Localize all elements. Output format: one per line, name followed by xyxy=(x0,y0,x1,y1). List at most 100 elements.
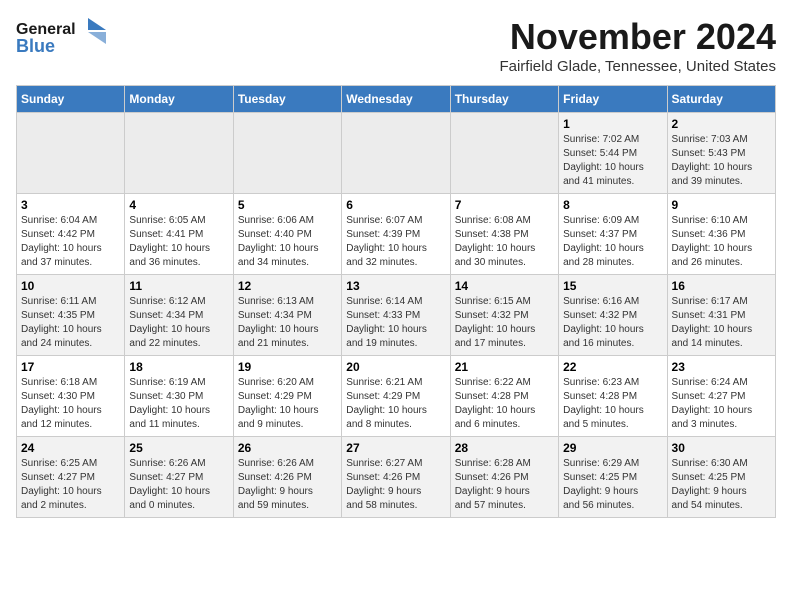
day-of-week-header: Thursday xyxy=(450,86,558,113)
calendar-day-cell: 9 Sunrise: 6:10 AM Sunset: 4:36 PM Daylig… xyxy=(667,194,775,275)
logo-icon: General Blue xyxy=(16,16,106,60)
day-number: 25 xyxy=(129,441,228,455)
calendar-day-cell: 22 Sunrise: 6:23 AM Sunset: 4:28 PM Dayli… xyxy=(559,356,667,437)
header: General Blue November 2024 Fairfield Gla… xyxy=(16,16,776,75)
day-of-week-header: Monday xyxy=(125,86,233,113)
day-info: Sunrise: 6:21 AM Sunset: 4:29 PM Dayligh… xyxy=(346,376,445,432)
day-info: Sunrise: 6:11 AM Sunset: 4:35 PM Dayligh… xyxy=(21,295,120,351)
day-number: 4 xyxy=(129,198,228,212)
calendar-day-cell: 2 Sunrise: 7:03 AM Sunset: 5:43 PM Daylig… xyxy=(667,113,775,194)
day-number: 9 xyxy=(672,198,771,212)
calendar-week-row: 10 Sunrise: 6:11 AM Sunset: 4:35 PM Dayli… xyxy=(17,275,776,356)
calendar-day-cell: 4 Sunrise: 6:05 AM Sunset: 4:41 PM Daylig… xyxy=(125,194,233,275)
calendar-day-cell: 7 Sunrise: 6:08 AM Sunset: 4:38 PM Daylig… xyxy=(450,194,558,275)
day-of-week-header: Friday xyxy=(559,86,667,113)
day-info: Sunrise: 6:26 AM Sunset: 4:27 PM Dayligh… xyxy=(129,457,228,513)
day-info: Sunrise: 6:19 AM Sunset: 4:30 PM Dayligh… xyxy=(129,376,228,432)
calendar-day-cell: 27 Sunrise: 6:27 AM Sunset: 4:26 PM Dayli… xyxy=(342,437,450,518)
day-number: 15 xyxy=(563,279,662,293)
calendar-day-cell: 24Sunrise: 6:25 AM Sunset: 4:27 PM Dayli… xyxy=(17,437,125,518)
day-info: Sunrise: 6:10 AM Sunset: 4:36 PM Dayligh… xyxy=(672,214,771,270)
day-info: Sunrise: 6:09 AM Sunset: 4:37 PM Dayligh… xyxy=(563,214,662,270)
calendar-day-cell: 28Sunrise: 6:28 AM Sunset: 4:26 PM Dayli… xyxy=(450,437,558,518)
calendar-day-cell xyxy=(17,113,125,194)
day-number: 29 xyxy=(563,441,662,455)
calendar-day-cell: 5 Sunrise: 6:06 AM Sunset: 4:40 PM Daylig… xyxy=(233,194,341,275)
calendar-day-cell xyxy=(450,113,558,194)
calendar-day-cell: 12Sunrise: 6:13 AM Sunset: 4:34 PM Dayli… xyxy=(233,275,341,356)
day-of-week-header: Sunday xyxy=(17,86,125,113)
calendar-week-row: 24Sunrise: 6:25 AM Sunset: 4:27 PM Dayli… xyxy=(17,437,776,518)
day-info: Sunrise: 6:22 AM Sunset: 4:28 PM Dayligh… xyxy=(455,376,554,432)
calendar-header-row: SundayMondayTuesdayWednesdayThursdayFrid… xyxy=(17,86,776,113)
day-number: 30 xyxy=(672,441,771,455)
calendar-week-row: 3 Sunrise: 6:04 AM Sunset: 4:42 PM Daylig… xyxy=(17,194,776,275)
day-number: 5 xyxy=(238,198,337,212)
day-number: 19 xyxy=(238,360,337,374)
day-of-week-header: Wednesday xyxy=(342,86,450,113)
day-info: Sunrise: 6:24 AM Sunset: 4:27 PM Dayligh… xyxy=(672,376,771,432)
day-number: 2 xyxy=(672,117,771,131)
day-number: 10 xyxy=(21,279,120,293)
day-number: 3 xyxy=(21,198,120,212)
month-year-title: November 2024 xyxy=(499,16,776,58)
calendar-day-cell: 23Sunrise: 6:24 AM Sunset: 4:27 PM Dayli… xyxy=(667,356,775,437)
calendar-day-cell: 19 Sunrise: 6:20 AM Sunset: 4:29 PM Dayli… xyxy=(233,356,341,437)
day-info: Sunrise: 6:23 AM Sunset: 4:28 PM Dayligh… xyxy=(563,376,662,432)
day-number: 22 xyxy=(563,360,662,374)
svg-text:Blue: Blue xyxy=(16,36,55,56)
calendar-day-cell xyxy=(342,113,450,194)
calendar-day-cell: 16Sunrise: 6:17 AM Sunset: 4:31 PM Dayli… xyxy=(667,275,775,356)
day-info: Sunrise: 6:30 AM Sunset: 4:25 PM Dayligh… xyxy=(672,457,771,513)
day-of-week-header: Tuesday xyxy=(233,86,341,113)
day-info: Sunrise: 6:18 AM Sunset: 4:30 PM Dayligh… xyxy=(21,376,120,432)
day-of-week-header: Saturday xyxy=(667,86,775,113)
day-info: Sunrise: 6:13 AM Sunset: 4:34 PM Dayligh… xyxy=(238,295,337,351)
calendar-day-cell: 21 Sunrise: 6:22 AM Sunset: 4:28 PM Dayli… xyxy=(450,356,558,437)
calendar-day-cell: 6Sunrise: 6:07 AM Sunset: 4:39 PM Daylig… xyxy=(342,194,450,275)
day-number: 8 xyxy=(563,198,662,212)
day-number: 18 xyxy=(129,360,228,374)
day-info: Sunrise: 6:08 AM Sunset: 4:38 PM Dayligh… xyxy=(455,214,554,270)
day-number: 28 xyxy=(455,441,554,455)
day-info: Sunrise: 6:12 AM Sunset: 4:34 PM Dayligh… xyxy=(129,295,228,351)
day-info: Sunrise: 6:16 AM Sunset: 4:32 PM Dayligh… xyxy=(563,295,662,351)
calendar-day-cell: 15 Sunrise: 6:16 AM Sunset: 4:32 PM Dayli… xyxy=(559,275,667,356)
calendar-week-row: 1 Sunrise: 7:02 AM Sunset: 5:44 PM Daylig… xyxy=(17,113,776,194)
day-info: Sunrise: 6:17 AM Sunset: 4:31 PM Dayligh… xyxy=(672,295,771,351)
calendar-day-cell xyxy=(125,113,233,194)
calendar-day-cell xyxy=(233,113,341,194)
day-number: 26 xyxy=(238,441,337,455)
day-info: Sunrise: 7:03 AM Sunset: 5:43 PM Dayligh… xyxy=(672,133,771,189)
day-number: 27 xyxy=(346,441,445,455)
calendar-day-cell: 14Sunrise: 6:15 AM Sunset: 4:32 PM Dayli… xyxy=(450,275,558,356)
day-number: 1 xyxy=(563,117,662,131)
day-info: Sunrise: 6:25 AM Sunset: 4:27 PM Dayligh… xyxy=(21,457,120,513)
calendar-day-cell: 17Sunrise: 6:18 AM Sunset: 4:30 PM Dayli… xyxy=(17,356,125,437)
day-info: Sunrise: 7:02 AM Sunset: 5:44 PM Dayligh… xyxy=(563,133,662,189)
day-info: Sunrise: 6:27 AM Sunset: 4:26 PM Dayligh… xyxy=(346,457,445,513)
day-number: 20 xyxy=(346,360,445,374)
day-number: 11 xyxy=(129,279,228,293)
calendar-day-cell: 11 Sunrise: 6:12 AM Sunset: 4:34 PM Dayli… xyxy=(125,275,233,356)
day-number: 13 xyxy=(346,279,445,293)
day-number: 21 xyxy=(455,360,554,374)
day-info: Sunrise: 6:05 AM Sunset: 4:41 PM Dayligh… xyxy=(129,214,228,270)
calendar-day-cell: 18 Sunrise: 6:19 AM Sunset: 4:30 PM Dayli… xyxy=(125,356,233,437)
calendar-day-cell: 10 Sunrise: 6:11 AM Sunset: 4:35 PM Dayli… xyxy=(17,275,125,356)
day-info: Sunrise: 6:07 AM Sunset: 4:39 PM Dayligh… xyxy=(346,214,445,270)
day-info: Sunrise: 6:29 AM Sunset: 4:25 PM Dayligh… xyxy=(563,457,662,513)
calendar-day-cell: 13 Sunrise: 6:14 AM Sunset: 4:33 PM Dayli… xyxy=(342,275,450,356)
calendar-day-cell: 30 Sunrise: 6:30 AM Sunset: 4:25 PM Dayli… xyxy=(667,437,775,518)
day-info: Sunrise: 6:20 AM Sunset: 4:29 PM Dayligh… xyxy=(238,376,337,432)
calendar-day-cell: 25 Sunrise: 6:26 AM Sunset: 4:27 PM Dayli… xyxy=(125,437,233,518)
calendar-table: SundayMondayTuesdayWednesdayThursdayFrid… xyxy=(16,85,776,518)
day-number: 7 xyxy=(455,198,554,212)
calendar-day-cell: 3 Sunrise: 6:04 AM Sunset: 4:42 PM Daylig… xyxy=(17,194,125,275)
day-number: 14 xyxy=(455,279,554,293)
day-info: Sunrise: 6:14 AM Sunset: 4:33 PM Dayligh… xyxy=(346,295,445,351)
day-info: Sunrise: 6:04 AM Sunset: 4:42 PM Dayligh… xyxy=(21,214,120,270)
day-info: Sunrise: 6:06 AM Sunset: 4:40 PM Dayligh… xyxy=(238,214,337,270)
calendar-day-cell: 1 Sunrise: 7:02 AM Sunset: 5:44 PM Daylig… xyxy=(559,113,667,194)
title-area: November 2024 Fairfield Glade, Tennessee… xyxy=(499,16,776,75)
